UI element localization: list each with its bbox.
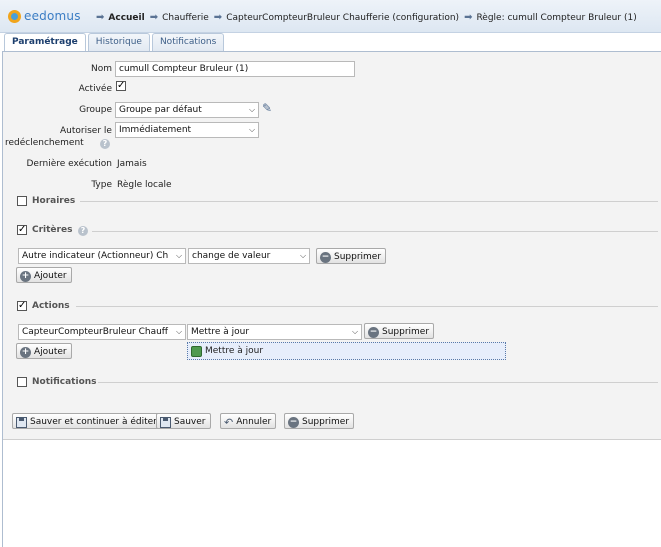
breadcrumb-arrow-icon: ➡ [149,12,159,23]
divider [80,201,658,202]
actions-dropdown-option[interactable]: Mettre à jour [187,342,506,360]
tab-bar: Paramétrage Historique Notifications [4,33,226,52]
actions-add-label: Ajouter [34,347,67,357]
minus-circle-icon: − [288,416,299,428]
eedomus-logo[interactable]: eedomus [8,9,81,23]
chevron-down-icon: ⌵ [297,249,309,263]
derniere-execution-value: Jamais [117,159,147,169]
plus-circle-icon: + [20,346,31,358]
tab-parametrage[interactable]: Paramétrage [4,33,86,52]
actions-action-value: Mettre à jour [191,327,250,337]
actions-add-button[interactable]: + Ajouter [16,343,72,359]
chevron-down-icon: ⌵ [246,123,258,137]
criteres-indicator-value: Autre indicateur (Actionneur) Ch [22,251,169,261]
criteres-add-button[interactable]: + Ajouter [16,267,72,283]
nom-label: Nom [90,64,112,74]
save-icon [16,416,27,428]
save-button[interactable]: Sauver [156,413,211,429]
breadcrumb-accueil[interactable]: Accueil [108,13,144,23]
divider [98,382,658,383]
chevron-down-icon: ⌵ [349,325,361,339]
horaires-checkbox[interactable] [17,196,27,206]
actions-action-select[interactable]: Mettre à jour ⌵ [187,324,362,340]
chevron-down-icon: ⌵ [173,249,185,263]
save-label: Sauver [174,417,206,427]
activee-label: Activée [78,84,112,94]
delete-label: Supprimer [302,417,350,427]
undo-icon: ↶ [224,415,234,429]
actions-checkbox[interactable]: ✓ [17,301,27,311]
breadcrumb-device-config[interactable]: CapteurCompteurBruleur Chaufferie (confi… [226,13,459,23]
top-bar: eedomus ➡ Accueil ➡ Chaufferie ➡ Capteur… [0,0,661,33]
actions-delete-button[interactable]: − Supprimer [364,323,435,339]
autoriser-select[interactable]: Immédiatement ⌵ [115,122,259,138]
tab-historique[interactable]: Historique [87,33,150,51]
groupe-value: Groupe par défaut [119,105,202,115]
derniere-execution-label: Dernière exécution [26,159,112,169]
criteres-add-label: Ajouter [34,271,67,281]
cancel-label: Annuler [236,417,272,427]
criteres-indicator-select[interactable]: Autre indicateur (Actionneur) Ch ⌵ [18,248,186,264]
criteres-delete-button[interactable]: − Supprimer [316,248,387,264]
criteres-condition-select[interactable]: change de valeur ⌵ [188,248,310,264]
actions-delete-label: Supprimer [382,327,430,337]
autoriser-value: Immédiatement [119,125,192,135]
breadcrumb-arrow-icon: ➡ [213,12,223,23]
logo-icon [8,9,21,23]
criteres-delete-label: Supprimer [334,252,382,262]
criteres-checkbox[interactable]: ✓ [17,225,27,235]
update-action-icon [191,345,202,357]
actions-dropdown-option-label: Mettre à jour [205,346,264,356]
actions-section-title: Actions [32,301,70,311]
tab-notifications[interactable]: Notifications [151,33,225,51]
divider [76,306,658,307]
breadcrumb-chaufferie[interactable]: Chaufferie [162,13,209,23]
type-label: Type [91,180,112,190]
save-continue-button[interactable]: Sauver et continuer à éditer [12,413,162,429]
criteres-section-title: Critères [32,225,73,235]
criteres-condition-value: change de valeur [192,251,271,261]
activee-checkbox[interactable]: ✓ [116,81,126,91]
type-value: Règle locale [117,180,172,190]
breadcrumb-arrow-icon: ➡ [464,12,473,23]
cancel-button[interactable]: ↶ Annuler [220,413,277,429]
actions-device-select[interactable]: CapteurCompteurBruleur Chauff ⌵ [18,324,186,340]
minus-circle-icon: − [320,251,331,263]
save-continue-label: Sauver et continuer à éditer [30,417,157,427]
delete-button[interactable]: − Supprimer [284,413,355,429]
chevron-down-icon: ⌵ [246,103,258,117]
groupe-label: Groupe [79,105,112,115]
notifications-section-title: Notifications [32,377,97,387]
chevron-down-icon: ⌵ [173,325,185,339]
autoriser-label-line2: redéclenchement [5,138,84,148]
breadcrumb: ➡ Accueil ➡ Chaufferie ➡ CapteurCompteur… [96,12,637,23]
help-icon[interactable]: ? [78,226,88,236]
edit-pencil-icon[interactable]: ✎ [262,101,272,115]
autoriser-label-line1: Autoriser le [60,126,112,136]
minus-circle-icon: − [368,326,379,338]
save-icon [160,416,171,428]
notifications-checkbox[interactable] [17,377,27,387]
breadcrumb-rule: Règle: cumull Compteur Bruleur (1) [476,12,637,23]
logo-text: eedomus [24,9,81,23]
divider [92,231,658,232]
nom-input[interactable]: cumull Compteur Bruleur (1) [115,61,355,77]
plus-circle-icon: + [20,270,31,282]
groupe-select[interactable]: Groupe par défaut ⌵ [115,102,259,118]
breadcrumb-arrow-icon: ➡ [96,12,105,23]
actions-device-value: CapteurCompteurBruleur Chauff [22,327,169,337]
horaires-section-title: Horaires [32,196,76,206]
help-icon[interactable]: ? [100,139,110,149]
